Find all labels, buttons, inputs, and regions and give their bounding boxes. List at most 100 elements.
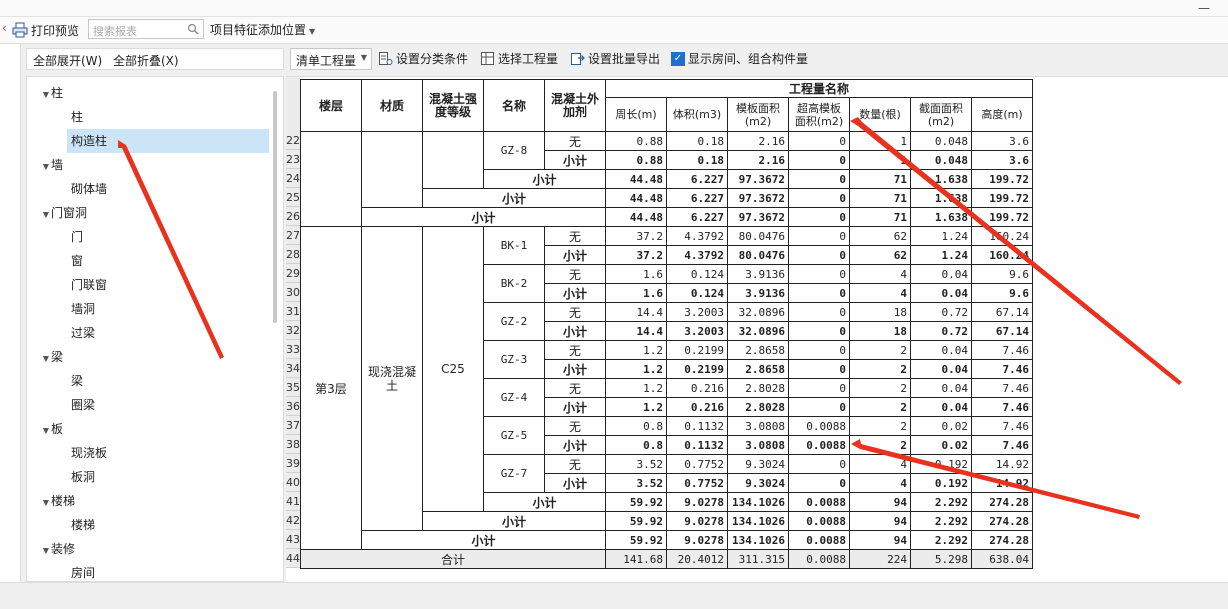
cell-value: 0: [788, 169, 850, 189]
tree-item[interactable]: 砌体墙: [67, 177, 269, 201]
tree-item[interactable]: 现浇板: [67, 441, 269, 465]
tree-category[interactable]: ▲ 楼梯: [35, 489, 75, 513]
cell-value: 18: [849, 321, 911, 341]
cell-value: 3.6: [971, 150, 1033, 170]
cell-value: 0.048: [910, 131, 972, 151]
cell-value: 59.92: [605, 511, 667, 531]
header-height: 高度(m): [971, 97, 1033, 132]
cell-value: 7.46: [971, 378, 1033, 398]
cell-value: 97.3672: [727, 188, 789, 208]
tree-item[interactable]: 门联窗: [67, 273, 269, 297]
cell-value: 2: [849, 397, 911, 417]
cell-value: 3.2003: [666, 321, 728, 341]
cell-value: 2: [849, 359, 911, 379]
chevron-down-icon[interactable]: ▲: [35, 539, 49, 563]
cell-value: 62: [849, 245, 911, 265]
cell-additive: 无: [544, 340, 606, 360]
select-quantity-button[interactable]: 选择工程量: [480, 50, 558, 67]
expand-all-button[interactable]: 全部展开(W): [33, 52, 102, 69]
report-toolbar: 清单工程量 ▼ 设置分类条件 选择工程量 设置批量导出 ✓ 显示房间、组合构件量: [286, 46, 1228, 72]
chevron-down-icon[interactable]: ▲: [35, 83, 49, 107]
tree-category[interactable]: ▲ 板: [35, 417, 63, 441]
left-edge-panel: [0, 44, 21, 582]
tree-item[interactable]: 板洞: [67, 465, 269, 489]
tree-category[interactable]: ▲ 梁: [35, 345, 63, 369]
tree-item[interactable]: 梁: [67, 369, 269, 393]
chevron-down-icon[interactable]: ▲: [35, 203, 49, 227]
cell-value: 160.24: [971, 226, 1033, 246]
cell-material: [361, 131, 423, 208]
tree-label: 房间: [71, 566, 96, 580]
cell-value: 0.1132: [666, 416, 728, 436]
cell-value: 97.3672: [727, 169, 789, 189]
cell-value: 0: [788, 245, 850, 265]
tree-category[interactable]: ▲ 门窗洞: [35, 201, 87, 225]
set-category-button[interactable]: 设置分类条件: [378, 50, 468, 67]
cell-name: GZ-8: [483, 131, 545, 170]
cell-value: 44.48: [605, 207, 667, 227]
tree-item[interactable]: 楼梯: [67, 513, 269, 537]
show-room-checkbox[interactable]: ✓ 显示房间、组合构件量: [671, 50, 808, 67]
chevron-down-icon[interactable]: ▲: [35, 347, 49, 371]
cell-value: 1.24: [910, 245, 972, 265]
header-section: 截面面积(m2): [910, 97, 972, 132]
row-number: 43: [286, 530, 300, 549]
batch-export-button[interactable]: 设置批量导出: [570, 50, 660, 67]
chevron-down-icon[interactable]: ▲: [35, 491, 49, 515]
cell-value: 7.46: [971, 416, 1033, 436]
row-number: 30: [286, 283, 300, 302]
tree-item[interactable]: 过梁: [67, 321, 269, 345]
print-preview-button[interactable]: 打印预览: [12, 20, 79, 40]
tree-category[interactable]: ▲ 柱: [35, 81, 63, 105]
header-additive: 混凝土外加剂: [544, 79, 606, 132]
cell-value: 2.8028: [727, 397, 789, 417]
cell-value: 1.6: [605, 283, 667, 303]
search-input[interactable]: 搜索报表: [88, 19, 204, 39]
cell-subtotal: 小计: [361, 530, 606, 550]
cell-value: 0.02: [910, 435, 972, 455]
cell-value: 9.3024: [727, 473, 789, 493]
cell-value: 7.46: [971, 435, 1033, 455]
cell-value: 59.92: [605, 492, 667, 512]
title-strip: —: [0, 0, 1228, 17]
tree-item[interactable]: 柱: [67, 105, 269, 129]
row-number: 32: [286, 321, 300, 340]
cell-value: 0.0088: [788, 549, 850, 569]
cell-value: 14.92: [971, 454, 1033, 474]
cell-name: GZ-3: [483, 340, 545, 379]
cell-value: 1.638: [910, 169, 972, 189]
cell-value: 44.48: [605, 169, 667, 189]
tree-item[interactable]: 门: [67, 225, 269, 249]
tree-category[interactable]: ▲ 墙: [35, 153, 63, 177]
cell-name: BK-1: [483, 226, 545, 265]
tree-label: 墙洞: [71, 302, 96, 316]
tree-item[interactable]: 圈梁: [67, 393, 269, 417]
search-icon: [187, 23, 199, 35]
tree-item[interactable]: 构造柱: [67, 129, 269, 153]
cell-value: 3.2003: [666, 302, 728, 322]
cell-value: 32.0896: [727, 321, 789, 341]
cell-value: 3.6: [971, 131, 1033, 151]
tree-item[interactable]: 墙洞: [67, 297, 269, 321]
minimize-button[interactable]: —: [1198, 1, 1210, 15]
cell-subtotal: 小计: [483, 492, 606, 512]
tree-label: 窗: [71, 254, 84, 268]
cell-value: 2.16: [727, 150, 789, 170]
chevron-left-icon[interactable]: ‹: [2, 21, 7, 35]
cell-value: 3.0808: [727, 435, 789, 455]
cell-value: 134.1026: [727, 511, 789, 531]
quantity-type-dropdown[interactable]: 清单工程量 ▼: [290, 48, 372, 70]
chevron-down-icon[interactable]: ▲: [35, 155, 49, 179]
cell-value: 224: [849, 549, 911, 569]
feature-location-dropdown[interactable]: 项目特征添加位置 ▼: [210, 21, 315, 38]
cell-additive: 无: [544, 131, 606, 151]
tree-item[interactable]: 窗: [67, 249, 269, 273]
tree-label: 柱: [51, 86, 64, 100]
chevron-down-icon[interactable]: ▲: [35, 419, 49, 443]
cell-value: 94: [849, 492, 911, 512]
scrollbar-thumb[interactable]: [273, 91, 277, 323]
tree-item[interactable]: 房间: [67, 561, 269, 581]
tree-category[interactable]: ▲ 装修: [35, 537, 75, 561]
cell-subtotal: 小计: [544, 245, 606, 265]
collapse-all-button[interactable]: 全部折叠(X): [113, 52, 179, 69]
